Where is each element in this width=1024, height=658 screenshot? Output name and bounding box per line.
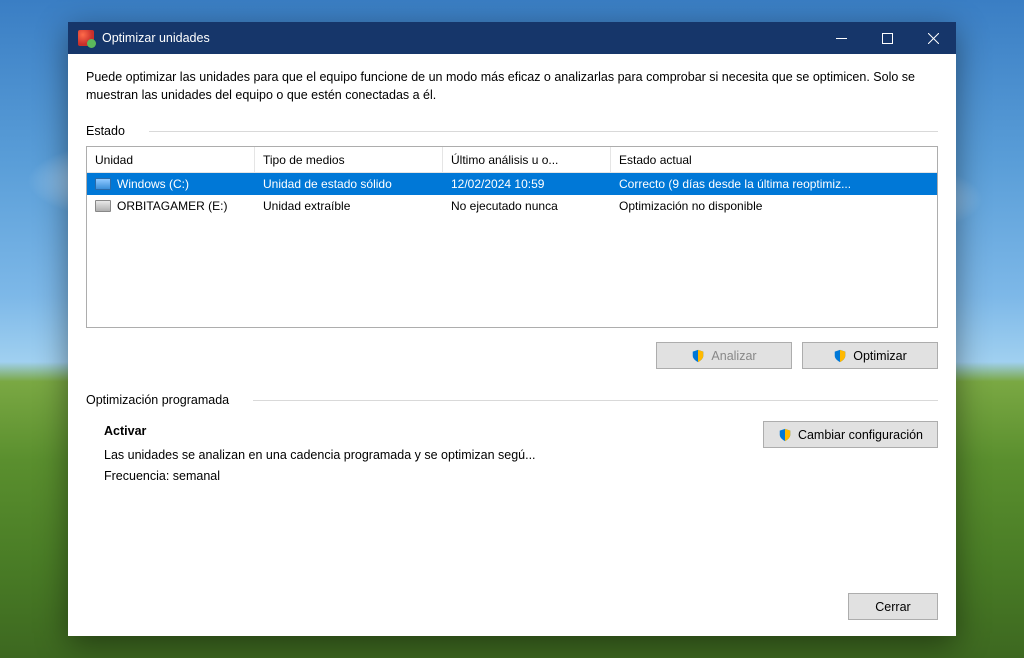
drive-media-cell: Unidad de estado sólido	[255, 173, 443, 195]
intro-text: Puede optimizar las unidades para que el…	[86, 68, 938, 104]
drive-name-cell: Windows (C:)	[87, 173, 255, 195]
schedule-block: Activar Las unidades se analizan en una …	[86, 421, 938, 487]
change-settings-label: Cambiar configuración	[798, 428, 923, 442]
optimize-drives-window: Optimizar unidades Puede optimizar las u…	[68, 22, 956, 636]
close-button[interactable]	[910, 22, 956, 54]
ssd-drive-icon	[95, 178, 111, 190]
change-settings-button[interactable]: Cambiar configuración	[763, 421, 938, 448]
shield-icon	[833, 349, 847, 363]
close-button-label: Cerrar	[875, 600, 910, 614]
action-button-row: Analizar Optimizar	[86, 342, 938, 369]
divider	[149, 131, 938, 132]
drive-name-cell: ORBITAGAMER (E:)	[87, 195, 255, 217]
titlebar[interactable]: Optimizar unidades	[68, 22, 956, 54]
window-content: Puede optimizar las unidades para que el…	[68, 54, 956, 636]
close-dialog-button[interactable]: Cerrar	[848, 593, 938, 620]
usb-drive-icon	[95, 200, 111, 212]
status-section-header: Estado	[86, 124, 938, 138]
drive-state-cell: Optimización no disponible	[611, 195, 937, 217]
schedule-desc: Las unidades se analizan en una cadencia…	[104, 445, 743, 466]
analyze-button-label: Analizar	[711, 349, 756, 363]
drive-last-cell: 12/02/2024 10:59	[443, 173, 611, 195]
analyze-button[interactable]: Analizar	[656, 342, 792, 369]
drive-row[interactable]: Windows (C:) Unidad de estado sólido12/02…	[87, 173, 937, 195]
column-header-state[interactable]: Estado actual	[611, 147, 937, 172]
drive-list[interactable]: Unidad Tipo de medios Último análisis u …	[86, 146, 938, 328]
schedule-section-header: Optimización programada	[86, 393, 938, 407]
schedule-title: Activar	[104, 421, 743, 442]
schedule-label: Optimización programada	[86, 393, 229, 407]
drive-state-cell: Correcto (9 días desde la última reoptim…	[611, 173, 937, 195]
column-header-media[interactable]: Tipo de medios	[255, 147, 443, 172]
window-title: Optimizar unidades	[102, 31, 818, 45]
footer-row: Cerrar	[86, 593, 938, 620]
shield-icon	[691, 349, 705, 363]
drive-row[interactable]: ORBITAGAMER (E:) Unidad extraíbleNo ejecu…	[87, 195, 937, 217]
window-controls	[818, 22, 956, 54]
drive-name: ORBITAGAMER (E:)	[117, 199, 227, 213]
optimize-button-label: Optimizar	[853, 349, 906, 363]
drive-name: Windows (C:)	[117, 177, 189, 191]
drive-last-cell: No ejecutado nunca	[443, 195, 611, 217]
minimize-button[interactable]	[818, 22, 864, 54]
maximize-button[interactable]	[864, 22, 910, 54]
optimize-button[interactable]: Optimizar	[802, 342, 938, 369]
column-header-drive[interactable]: Unidad	[87, 147, 255, 172]
drive-list-header: Unidad Tipo de medios Último análisis u …	[87, 147, 937, 173]
shield-icon	[778, 428, 792, 442]
column-header-last[interactable]: Último análisis u o...	[443, 147, 611, 172]
drive-media-cell: Unidad extraíble	[255, 195, 443, 217]
status-label: Estado	[86, 124, 125, 138]
schedule-freq: Frecuencia: semanal	[104, 466, 743, 487]
app-icon	[78, 30, 94, 46]
divider	[253, 400, 938, 401]
